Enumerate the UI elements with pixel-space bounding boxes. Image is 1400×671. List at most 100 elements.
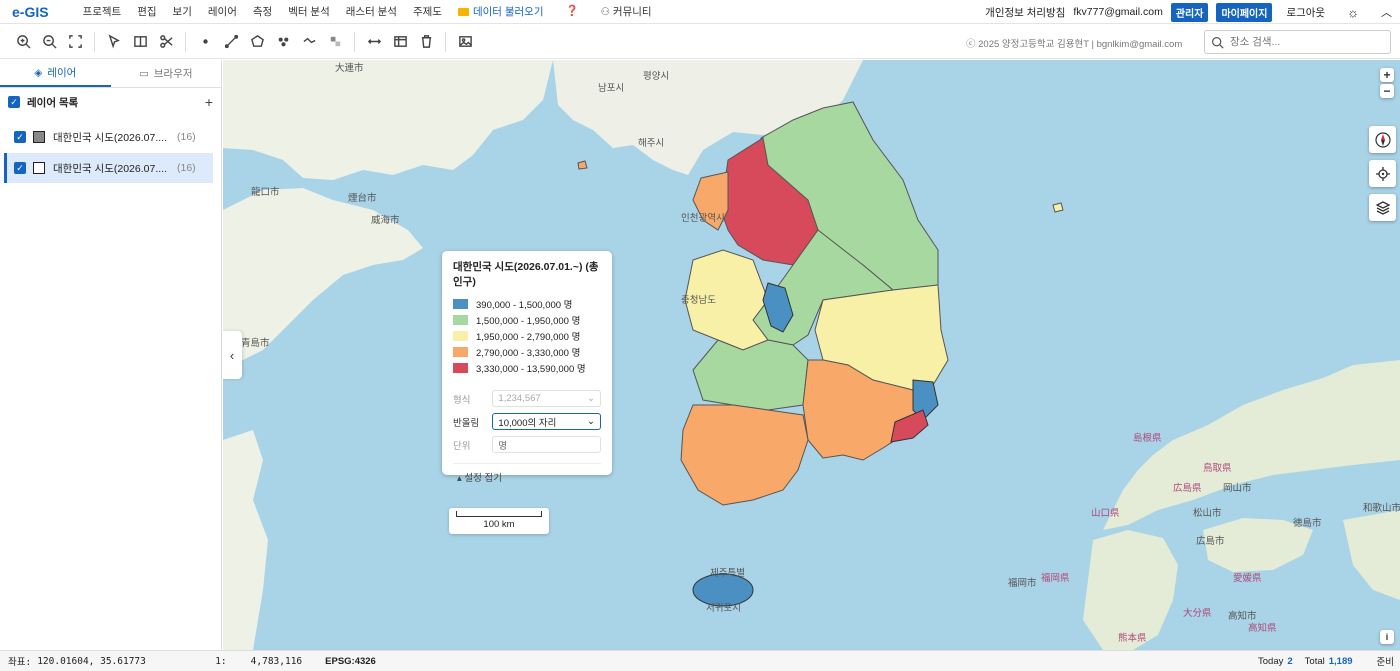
legend-class: 1,950,000 - 2,790,000 명 [453, 328, 601, 344]
main-menu: 프로젝트 편집 보기 레이어 측정 벡터 분석 래스터 분석 주제도 데이터 불… [75, 4, 660, 19]
app-logo[interactable]: e-GIS [12, 4, 49, 20]
unit-label: 단위 [453, 440, 471, 452]
map-canvas[interactable]: 大連市 평양시 남포시 해주시 인천광역시 충청남도 제주특별 서귀포시 煙台市 威海市 青島市 龍口… [223, 60, 1400, 650]
tab-browser[interactable]: ▭ 브라우저 [111, 60, 222, 87]
layer-visibility-checkbox[interactable]: ✓ [14, 131, 26, 143]
map-label: 煙台市 [348, 193, 377, 204]
draw-polygon-icon[interactable] [244, 29, 270, 55]
attribute-table-icon[interactable] [387, 29, 413, 55]
legend-class: 2,790,000 - 3,330,000 명 [453, 344, 601, 360]
menu-thematic[interactable]: 주제도 [405, 4, 450, 19]
menu-vector[interactable]: 벡터 분석 [280, 4, 338, 19]
today-count: 2 [1287, 655, 1293, 667]
map-label: 鳥取県 [1203, 463, 1232, 474]
split-view-icon[interactable] [127, 29, 153, 55]
polyline-icon[interactable] [296, 29, 322, 55]
zoom-out-icon[interactable] [36, 29, 62, 55]
delete-icon[interactable] [413, 29, 439, 55]
layer-visibility-checkbox[interactable]: ✓ [14, 162, 26, 174]
folder-outline-icon: ▭ [138, 67, 149, 80]
locate-icon[interactable] [1369, 160, 1396, 187]
unit-row: 단위 명 [453, 434, 601, 455]
map-label: 広島県 [1173, 483, 1202, 494]
fold-settings-button[interactable]: ▴ 설정 접기 [453, 463, 601, 484]
menu-layer[interactable]: 레이어 [200, 4, 245, 19]
search-input[interactable] [1230, 36, 1380, 48]
admin-button[interactable]: 관리자 [1170, 2, 1209, 22]
sidebar-collapse-button[interactable]: ‹ [222, 331, 242, 379]
users-icon: ⚇ [600, 6, 613, 18]
toolbar-divider [185, 31, 186, 52]
menu-edit[interactable]: 편집 [129, 4, 164, 19]
layer-feature-count: (16) [177, 131, 196, 143]
round-select[interactable]: 10,000의 자리 ⌄ [492, 413, 601, 430]
tab-layers[interactable]: ◈ 레이어 [0, 60, 111, 87]
menu-measure[interactable]: 측정 [245, 4, 280, 19]
place-search[interactable] [1204, 30, 1391, 54]
help-icon[interactable]: ❓ [552, 4, 587, 19]
add-layer-icon[interactable]: + [205, 94, 213, 110]
compass-icon[interactable] [1369, 126, 1396, 153]
legend-swatch [453, 363, 468, 373]
today-label: Today [1258, 655, 1284, 667]
zoom-in-icon[interactable] [10, 29, 36, 55]
image-export-icon[interactable] [452, 29, 478, 55]
layer-item[interactable]: ✓ 대한민국 시도(2026.07.... (16) [4, 122, 213, 152]
round-value: 10,000의 자리 [498, 417, 557, 429]
scale-prefix: 1: [215, 655, 227, 667]
scale-readout: 4,783,116 [250, 655, 303, 667]
menu-view[interactable]: 보기 [165, 4, 200, 19]
top-menubar: e-GIS 프로젝트 편집 보기 레이어 측정 벡터 분석 래스터 분석 주제도… [0, 0, 1400, 24]
cut-icon[interactable] [153, 29, 179, 55]
toolbar-divider [445, 31, 446, 52]
scale-label: 100 km [483, 519, 515, 530]
menu-raster[interactable]: 래스터 분석 [338, 4, 405, 19]
layer-list-checkbox[interactable]: ✓ [8, 96, 20, 108]
format-select[interactable]: 1,234,567 ⌄ [492, 390, 601, 407]
full-extent-icon[interactable] [62, 29, 88, 55]
format-label: 형식 [453, 394, 471, 406]
draw-point-icon[interactable] [192, 29, 218, 55]
map-label: 서귀포시 [706, 603, 741, 614]
menu-project[interactable]: 프로젝트 [75, 4, 130, 19]
round-label: 반올림 [453, 417, 480, 429]
legend-swatch [453, 315, 468, 325]
mypage-button[interactable]: 마이페이지 [1216, 2, 1273, 22]
logout-button[interactable]: 로그아웃 [1286, 5, 1325, 20]
legend-class-label: 1,950,000 - 2,790,000 명 [476, 332, 581, 343]
zoom-in-button[interactable]: + [1380, 68, 1394, 82]
chevron-down-icon: ⌄ [587, 393, 595, 404]
info-icon[interactable]: i [1380, 630, 1394, 644]
legend-swatch [453, 347, 468, 357]
round-row: 반올림 10,000의 자리 ⌄ [453, 411, 601, 432]
layer-item-selected[interactable]: ✓ 대한민국 시도(2026.07.... (16) [4, 153, 213, 183]
multipoint-icon[interactable] [270, 29, 296, 55]
scale-bar-line [456, 511, 542, 517]
legend-title: 대한민국 시도(2026.07.01.~) (총 인구) [453, 261, 599, 288]
unit-input[interactable]: 명 [492, 436, 601, 453]
coord-label: 좌표: [8, 657, 32, 668]
draw-line-icon[interactable] [218, 29, 244, 55]
privacy-link[interactable]: 개인정보 처리방침 [985, 5, 1065, 20]
legend-panel: 대한민국 시도(2026.07.01.~) (총 인구) 390,000 - 1… [442, 251, 612, 484]
legend-swatch [453, 331, 468, 341]
crs-readout[interactable]: EPSG:4326 [325, 656, 376, 667]
raster-grid-icon[interactable] [322, 29, 348, 55]
map-label: 愛媛県 [1233, 573, 1262, 584]
collapse-header-icon[interactable]: ︿ [1381, 4, 1392, 20]
basemap-layers-icon[interactable] [1369, 194, 1396, 221]
menu-load-data[interactable]: 데이터 불러오기 [450, 4, 552, 19]
measure-distance-icon[interactable] [361, 29, 387, 55]
select-pointer-icon[interactable] [101, 29, 127, 55]
toolbar: ⓒ 2025 양정고등학교 김용현T | bgnlkim@gmail.com [0, 25, 1400, 59]
map-label: 高知県 [1248, 623, 1277, 634]
zoom-out-button[interactable]: − [1380, 84, 1394, 98]
layer-name: 대한민국 시도(2026.07.... [53, 131, 167, 144]
format-value: 1,234,567 [498, 393, 541, 404]
layer-name: 대한민국 시도(2026.07.... [53, 162, 167, 175]
theme-toggle-icon[interactable]: ☼ [1347, 5, 1359, 20]
layer-list-header: ✓ 레이어 목록 + [0, 88, 221, 116]
legend-class: 3,330,000 - 13,590,000 명 [453, 360, 601, 376]
menu-community[interactable]: ⚇ 커뮤니티 [587, 4, 660, 19]
toolbar-divider [354, 31, 355, 52]
